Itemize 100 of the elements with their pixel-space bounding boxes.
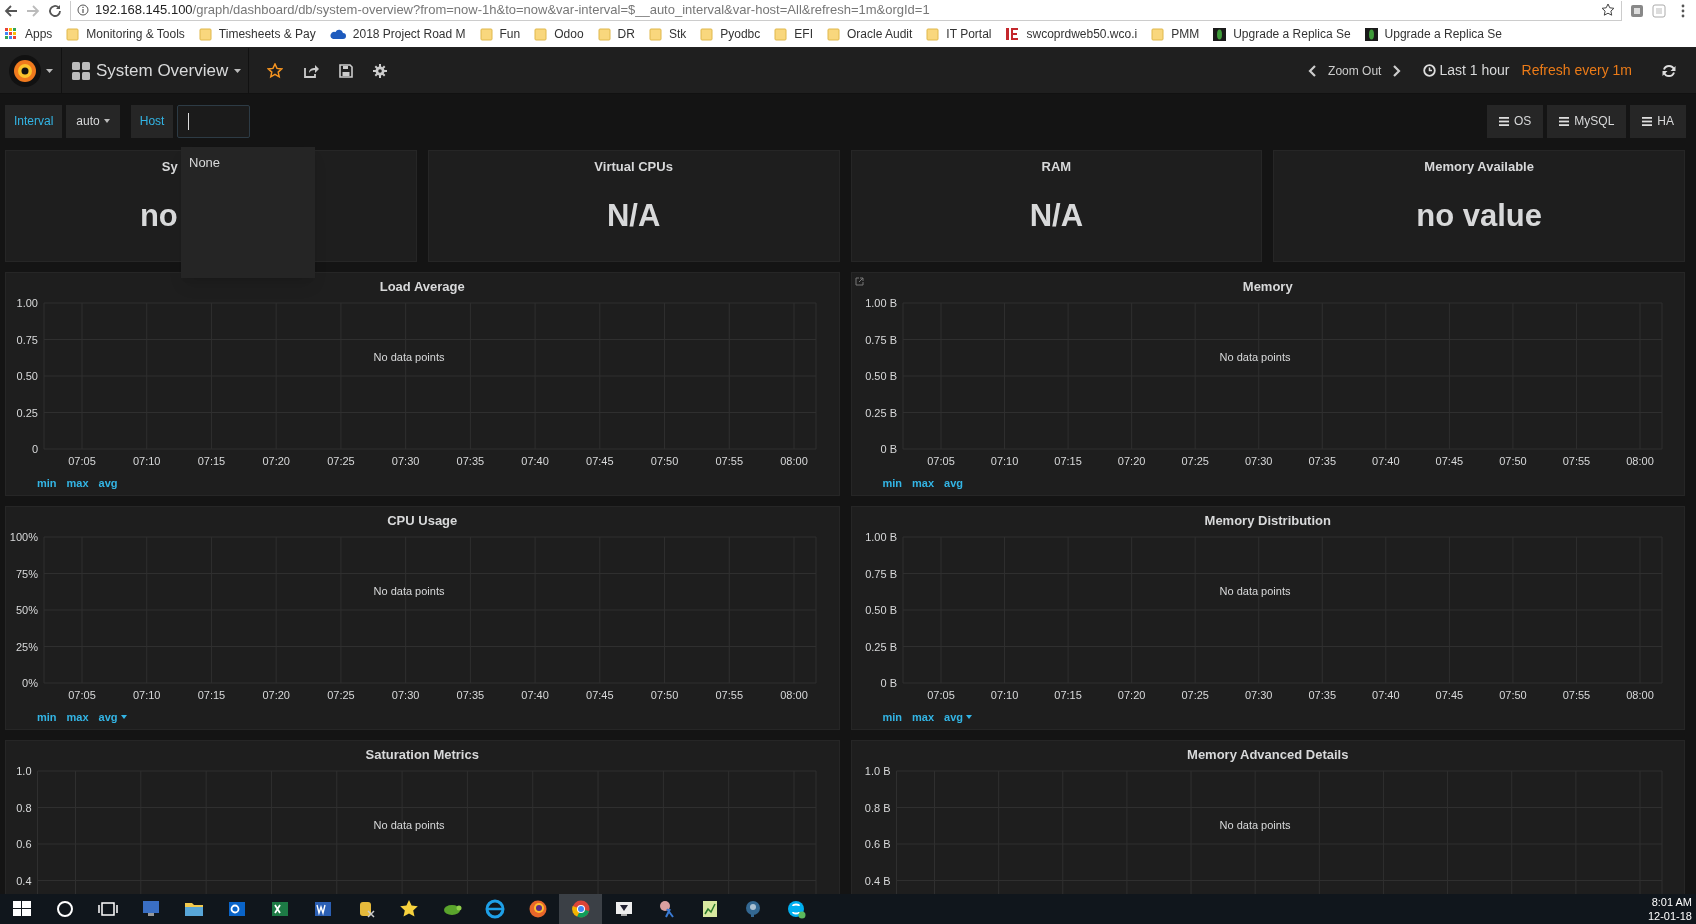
axis-tick-label: 07:50: [1498, 689, 1527, 701]
legend-column-header[interactable]: max: [66, 475, 89, 492]
stat-value: N/A: [606, 196, 661, 235]
axis-tick-label: 08:00: [780, 689, 808, 701]
caret-icon: [234, 68, 242, 73]
dashboard-link-button[interactable]: OS: [1486, 104, 1544, 138]
bookmark-link[interactable]: Upgrade a Replica Se: [1364, 25, 1502, 43]
caret-icon[interactable]: [46, 68, 53, 73]
axis-tick-label: 07:25: [327, 689, 355, 701]
axis-tick-label: 0.25: [16, 406, 38, 419]
legend-column-header[interactable]: min: [37, 475, 57, 492]
legend-column-header[interactable]: avg: [98, 709, 127, 726]
variable-label: Host: [130, 104, 174, 138]
legend-column-header[interactable]: min: [37, 709, 57, 726]
bookmark-link[interactable]: Pyodbc: [700, 25, 761, 43]
clock-icon: [1423, 64, 1437, 77]
dropdown-option[interactable]: None: [189, 153, 307, 173]
axis-tick-label: 07:35: [456, 689, 485, 701]
reload-icon[interactable]: [48, 3, 62, 18]
panel-title: Virtual CPUs: [594, 158, 673, 176]
folder-icon: [597, 27, 611, 41]
axis-tick-label: 25%: [15, 640, 38, 653]
axis-tick-label: 07:20: [1117, 455, 1145, 467]
axis-tick-label: 07:50: [650, 689, 679, 701]
bookmark-link[interactable]: Timesheets & Pay: [198, 25, 316, 43]
folder-icon: [1151, 27, 1165, 41]
legend-column-header[interactable]: avg: [944, 475, 964, 492]
grafana-logo-icon[interactable]: [8, 53, 42, 88]
external-link-icon[interactable]: [854, 277, 864, 286]
legend-column-header[interactable]: min: [882, 709, 903, 726]
panel-title: Memory Advanced Details: [1187, 746, 1349, 764]
variable-label: Interval: [5, 104, 63, 138]
dashboard-link-button[interactable]: MySQL: [1547, 104, 1627, 138]
stat-value: N/A: [1029, 196, 1084, 235]
legend-column-header[interactable]: max: [66, 709, 89, 726]
axis-tick-label: 07:45: [586, 455, 614, 467]
star-icon[interactable]: [1601, 3, 1615, 17]
settings-icon[interactable]: [373, 63, 387, 78]
bookmark-link[interactable]: Oracle Audit: [826, 25, 913, 43]
folder-icon: [774, 27, 788, 41]
axis-tick-label: 07:25: [1180, 455, 1209, 467]
back-icon[interactable]: [4, 3, 18, 18]
stat-value: no: [139, 196, 178, 235]
legend-column-header[interactable]: max: [912, 475, 935, 492]
bookmark-link[interactable]: Odoo: [534, 25, 584, 43]
star-icon[interactable]: [267, 62, 283, 79]
refresh-icon[interactable]: [1662, 63, 1676, 78]
bookmark-link[interactable]: swcoprdweb50.wco.i: [1005, 25, 1138, 43]
extension-icon[interactable]: [1630, 3, 1644, 18]
axis-tick-label: 07:25: [1180, 689, 1209, 701]
no-data-message: No data points: [1219, 585, 1290, 597]
menu-icon[interactable]: [1680, 3, 1686, 18]
bookmark-link[interactable]: EFI: [774, 25, 813, 43]
axis-tick-label: 07:05: [926, 689, 955, 701]
bookmark-link[interactable]: Stk: [648, 25, 687, 43]
bookmark-link[interactable]: Upgrade a Replica Se: [1213, 25, 1351, 43]
no-data-message: No data points: [373, 818, 445, 831]
axis-tick-label: 07:15: [197, 455, 226, 467]
axis-tick-label: 07:05: [68, 455, 96, 467]
bookmark-link[interactable]: 2018 Project Road M: [329, 25, 466, 43]
axis-tick-label: 1.00 B: [864, 297, 897, 309]
save-icon[interactable]: [339, 63, 353, 78]
zoom-out-button[interactable]: Zoom Out: [1328, 61, 1382, 80]
bookmark-link[interactable]: Fun: [479, 25, 521, 43]
apps-link[interactable]: Apps: [5, 25, 53, 43]
legend-column-header[interactable]: avg: [98, 475, 118, 492]
bookmark-link[interactable]: PMM: [1151, 25, 1200, 43]
bookmark-link[interactable]: DR: [597, 25, 635, 43]
legend-column-header[interactable]: max: [912, 709, 935, 726]
axis-tick-label: 07:55: [1562, 455, 1590, 467]
leaf-icon: [1213, 27, 1227, 41]
folder-icon: [198, 27, 212, 41]
chevron-left-icon[interactable]: [1308, 64, 1317, 77]
legend-column-header[interactable]: min: [882, 475, 903, 492]
axis-tick-label: 07:45: [586, 689, 614, 701]
axis-tick-label: 07:10: [132, 689, 161, 701]
axis-tick-label: 0.75 B: [864, 567, 897, 580]
axis-tick-label: 0%: [22, 677, 38, 689]
bookmark-link[interactable]: IT Portal: [926, 25, 992, 43]
axis-tick-label: 0.25 B: [864, 406, 897, 419]
stat-value: no value: [1416, 196, 1542, 235]
info-icon: [77, 4, 89, 16]
browser-icon[interactable]: [559, 894, 602, 924]
dashboards-grid-icon: [72, 61, 90, 80]
variable-dropdown[interactable]: auto: [66, 104, 120, 138]
address-bar[interactable]: 192.168.145.100/graph/dashboard/db/system-overview?from=now-1h&to=now&var-interval=$__auto_interval&var-host=All&refresh=1m&orgId=1: [70, 0, 1622, 21]
dashboard-picker[interactable]: System Overview: [62, 48, 249, 93]
cloud-icon: [329, 28, 346, 40]
dashboard-link-button[interactable]: HA: [1630, 104, 1686, 138]
time-range-picker[interactable]: Last 1 hour: [1423, 60, 1510, 81]
panel-title: RAM: [1041, 158, 1072, 176]
axis-tick-label: 07:30: [1244, 455, 1272, 467]
chevron-right-icon[interactable]: [1393, 64, 1402, 77]
bookmark-link[interactable]: Monitoring & Tools: [66, 25, 185, 43]
taskbar-clock[interactable]: 8:01 AM 12-01-18: [1647, 895, 1696, 923]
refresh-interval-button[interactable]: Refresh every 1m: [1521, 60, 1632, 81]
host-input-field[interactable]: [177, 104, 251, 138]
share-icon[interactable]: [303, 62, 319, 79]
legend-column-header[interactable]: avg: [944, 709, 973, 726]
axis-tick-label: 0.50: [16, 370, 38, 382]
